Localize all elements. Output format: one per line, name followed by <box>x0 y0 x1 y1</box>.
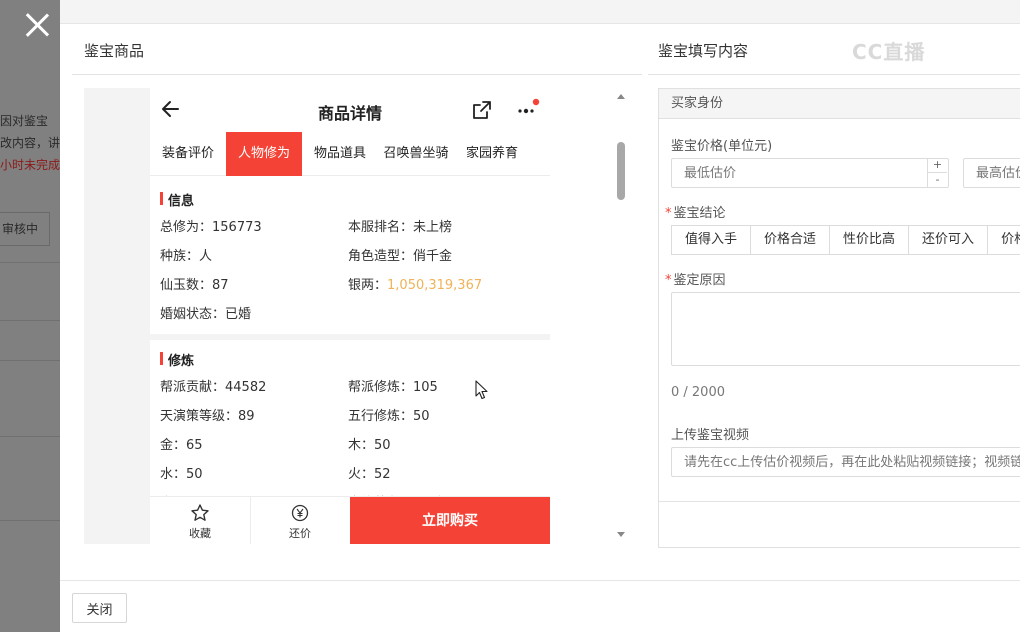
scroll-up-arrow-icon[interactable] <box>617 94 625 99</box>
background-divider <box>0 436 60 437</box>
conclusion-option-worth-buying[interactable]: 值得入手 <box>671 225 752 255</box>
mouse-cursor-icon <box>475 380 488 400</box>
drawer-footer: 关闭 <box>60 580 1020 632</box>
star-icon <box>191 504 209 521</box>
guild-contribution: 帮派贡献：44582 <box>160 380 267 395</box>
reason-textarea[interactable] <box>671 292 1020 366</box>
bargain-label: 还价 <box>289 527 311 540</box>
buy-now-button[interactable]: 立即购买 <box>350 497 550 544</box>
required-mark: * <box>665 273 672 288</box>
element-wood: 木：50 <box>348 438 391 453</box>
tab-home-nurture[interactable]: 家园养育 <box>454 132 530 176</box>
required-mark: * <box>665 206 672 221</box>
background-divider <box>0 360 60 361</box>
cc-watermark-logo: CC直播 <box>852 40 926 64</box>
section-divider <box>72 74 642 75</box>
element-water: 水：50 <box>160 467 203 482</box>
race: 种族：人 <box>160 249 213 264</box>
jade-count: 仙玉数：87 <box>160 278 229 293</box>
conclusion-options: 值得入手 价格合适 性价比高 还价可入 价格偏高 <box>671 225 1020 255</box>
background-divider <box>0 320 60 321</box>
conclusion-label: * 鉴宝结论 <box>665 202 726 221</box>
guild-cultivation: 帮派修炼：105 <box>348 380 438 395</box>
phone-action-bar: 收藏 还价 立即购买 <box>150 496 550 544</box>
tab-character-cultivation[interactable]: 人物修为 <box>226 132 302 176</box>
appraisal-form: 买家身份 鉴宝价格(单位元) + - *鉴宝结论 值得入手 价格合适 性价比高 … <box>658 88 1020 548</box>
silver-amount: 银两：1,050,319,367 <box>348 274 482 293</box>
max-price-input[interactable] <box>963 158 1020 188</box>
silver-label: 银两： <box>348 278 388 293</box>
min-price-stepper[interactable]: + - <box>927 158 947 188</box>
tianyance-level: 天演策等级：89 <box>160 409 255 424</box>
tab-items[interactable]: 物品道具 <box>302 132 378 176</box>
decrement-button[interactable]: - <box>928 173 947 188</box>
server-rank: 本服排名：未上榜 <box>348 220 453 235</box>
tab-equipment-rating[interactable]: 装备评价 <box>150 132 226 176</box>
drawer-top-bar <box>60 0 1020 24</box>
conclusion-option-bargain-ok[interactable]: 还价可入 <box>908 225 989 255</box>
share-icon[interactable] <box>472 100 492 120</box>
info-card-title: 信息 <box>160 190 194 209</box>
reason-label-text: 鉴定原因 <box>673 273 726 288</box>
item-preview-frame: 商品详情 装备评价 人物修为 物品道具 召唤兽坐骑 家园养育 信息 总修为：15… <box>84 88 550 544</box>
reason-label: * 鉴定原因 <box>665 269 726 288</box>
bargain-button[interactable]: 还价 <box>250 497 350 544</box>
background-text-line-1: 因对鉴宝 <box>0 114 49 128</box>
preview-scrollbar[interactable] <box>614 88 628 544</box>
appraisal-item-title: 鉴宝商品 <box>84 42 145 60</box>
conclusion-option-price-fair[interactable]: 价格合适 <box>750 225 831 255</box>
close-drawer-icon[interactable] <box>20 8 54 42</box>
close-button[interactable]: 关闭 <box>72 593 127 623</box>
background-tab-reviewing: 审核中 <box>0 212 50 246</box>
element-fire: 火：52 <box>348 467 391 482</box>
phone-header: 商品详情 <box>150 88 550 132</box>
five-elements-cultivation: 五行修炼：50 <box>348 409 430 424</box>
reason-char-counter: 0 / 2000 <box>671 385 725 400</box>
background-page: 因对鉴宝 改内容，讲 小时未完成 审核中 <box>0 0 60 632</box>
info-card: 信息 总修为：156773 本服排名：未上榜 种族：人 角色造型：俏千金 仙玉数… <box>150 176 550 334</box>
phone-category-tabs: 装备评价 人物修为 物品道具 召唤兽坐骑 家园养育 <box>150 132 550 176</box>
tab-summons-mounts[interactable]: 召唤兽坐骑 <box>378 132 454 176</box>
element-metal: 金：65 <box>160 438 203 453</box>
conclusion-option-price-high[interactable]: 价格偏高 <box>987 225 1020 255</box>
total-cultivation: 总修为：156773 <box>160 220 262 235</box>
conclusion-option-good-value[interactable]: 性价比高 <box>829 225 910 255</box>
character-model: 角色造型：俏千金 <box>348 249 453 264</box>
favorite-button[interactable]: 收藏 <box>150 497 250 544</box>
background-text-line-3: 小时未完成 <box>0 158 61 172</box>
cultivation-card: 修炼 帮派贡献：44582 帮派修炼：105 天演策等级：89 五行修炼：50 … <box>150 340 550 511</box>
phone-screen: 商品详情 装备评价 人物修为 物品道具 召唤兽坐骑 家园养育 信息 总修为：15… <box>150 88 550 544</box>
background-divider <box>0 520 60 521</box>
scrollbar-thumb[interactable] <box>617 142 625 200</box>
min-price-input[interactable] <box>671 158 949 188</box>
video-link-input[interactable] <box>671 447 1020 477</box>
cultivation-card-title: 修炼 <box>160 350 194 369</box>
marriage-status: 婚姻状态：已婚 <box>160 307 252 322</box>
increment-button[interactable]: + <box>928 158 947 173</box>
form-divider <box>659 501 1020 502</box>
video-label: 上传鉴宝视频 <box>671 428 750 443</box>
scroll-down-arrow-icon[interactable] <box>617 532 625 537</box>
background-divider <box>0 262 60 263</box>
yen-coin-icon <box>291 504 309 522</box>
appraisal-drawer: 鉴宝商品 鉴宝填写内容 CC直播 商品详情 装备评价 人物修为 物品道具 召唤兽… <box>60 0 1020 632</box>
favorite-label: 收藏 <box>189 527 211 540</box>
conclusion-label-text: 鉴宝结论 <box>673 206 726 221</box>
silver-value: 1,050,319,367 <box>387 278 483 293</box>
price-label: 鉴宝价格(单位元) <box>671 139 773 154</box>
more-options-icon[interactable] <box>516 98 540 120</box>
buyer-identity-header: 买家身份 <box>659 89 1020 119</box>
appraisal-form-title: 鉴宝填写内容 <box>658 42 749 60</box>
section-divider <box>648 74 1020 75</box>
background-text-line-2: 改内容，讲 <box>0 136 61 150</box>
